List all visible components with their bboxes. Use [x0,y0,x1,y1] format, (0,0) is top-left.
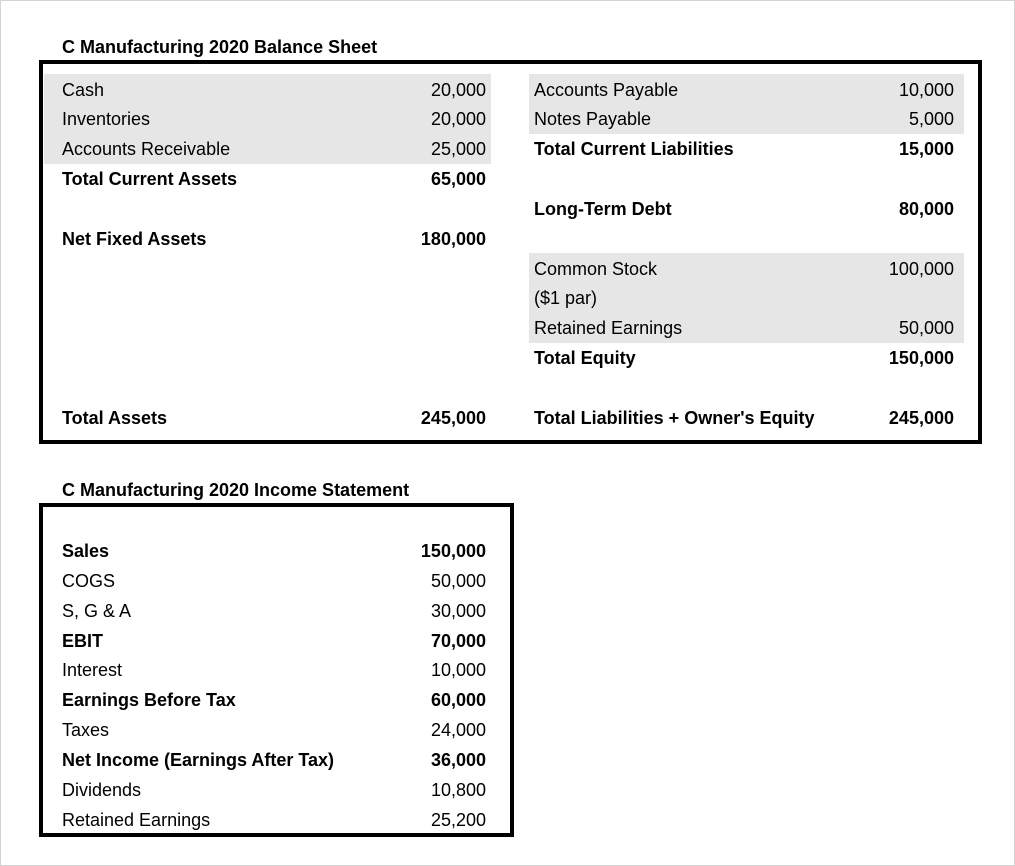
row-value: 245,000 [888,408,954,428]
asset-row-net-fixed-assets: Net Fixed Assets 180,000 [0,224,500,254]
row-value: 70,000 [430,631,486,651]
income-row-dividends: Dividends 10,800 [0,775,500,805]
row-value: 50,000 [898,318,954,338]
liability-row-accounts-payable: Accounts Payable 10,000 [0,75,1015,105]
income-row-sales: Sales 150,000 [0,536,500,566]
row-label: Taxes [62,720,110,740]
row-label: Total Current Assets [62,169,238,189]
row-value: 60,000 [430,690,486,710]
row-value: 50,000 [430,571,486,591]
income-statement-title: C Manufacturing 2020 Income Statement [62,480,410,500]
equity-row-total-equity: Total Equity 150,000 [0,343,1015,373]
row-label: Retained Earnings [534,318,683,338]
row-value: 100,000 [888,259,954,279]
row-value: 80,000 [898,199,954,219]
income-row-retained-earnings: Retained Earnings 25,200 [0,805,500,835]
row-value: 150,000 [888,348,954,368]
row-label: Net Income (Earnings After Tax) [62,750,335,770]
income-row-ebit: EBIT 70,000 [0,626,500,656]
asset-row-total-current-assets: Total Current Assets 65,000 [0,164,500,194]
equity-row-common-stock-par: ($1 par) [0,283,1015,313]
income-row-cogs: COGS 50,000 [0,566,500,596]
income-row-net-income: Net Income (Earnings After Tax) 36,000 [0,745,500,775]
row-label: Common Stock [534,259,658,279]
liability-row-notes-payable: Notes Payable 5,000 [0,104,1015,134]
row-label: Dividends [62,780,142,800]
row-value: 150,000 [420,541,486,561]
row-label: Total Liabilities + Owner's Equity [534,408,815,428]
row-value: 65,000 [430,169,486,189]
row-label: COGS [62,571,116,591]
income-row-taxes: Taxes 24,000 [0,715,500,745]
balance-sheet-title: C Manufacturing 2020 Balance Sheet [62,37,378,57]
liability-row-long-term-debt: Long-Term Debt 80,000 [0,194,1015,224]
row-value: 10,800 [430,780,486,800]
row-value: 5,000 [908,109,954,129]
row-label: Long-Term Debt [534,199,672,219]
row-value: 25,200 [430,810,486,830]
equity-row-common-stock: Common Stock 100,000 [0,254,1015,284]
row-label: Sales [62,541,110,561]
row-label: Total Current Liabilities [534,139,734,159]
row-value: 10,000 [430,660,486,680]
row-value: 30,000 [430,601,486,621]
row-value: 10,000 [898,80,954,100]
income-row-sga: S, G & A 30,000 [0,596,500,626]
income-row-interest: Interest 10,000 [0,655,500,685]
row-label: Retained Earnings [62,810,211,830]
row-label: EBIT [62,631,104,651]
row-label: Notes Payable [534,109,652,129]
income-row-earnings-before-tax: Earnings Before Tax 60,000 [0,685,500,715]
row-value: 180,000 [420,229,486,249]
row-label: Total Equity [534,348,636,368]
liability-row-total-liabilities-equity: Total Liabilities + Owner's Equity 245,0… [0,403,1015,433]
row-label: Net Fixed Assets [62,229,207,249]
row-label: S, G & A [62,601,132,621]
row-value: 36,000 [430,750,486,770]
row-label: Accounts Payable [534,80,679,100]
row-label: ($1 par) [534,288,598,308]
equity-row-retained-earnings: Retained Earnings 50,000 [0,313,1015,343]
row-value: 24,000 [430,720,486,740]
liability-row-total-current-liabilities: Total Current Liabilities 15,000 [0,134,1015,164]
row-value: 15,000 [898,139,954,159]
row-label: Earnings Before Tax [62,690,236,710]
row-label: Interest [62,660,123,680]
